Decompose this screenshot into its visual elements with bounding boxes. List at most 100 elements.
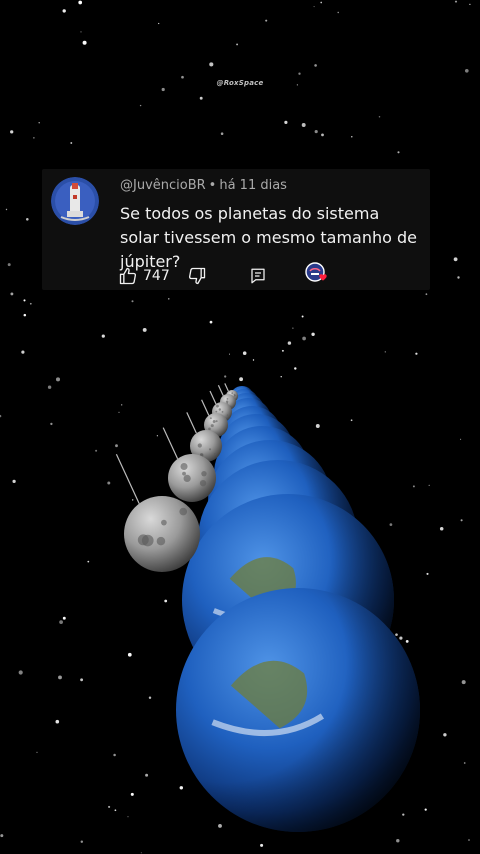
star (384, 351, 386, 353)
moon-crater (201, 470, 207, 477)
star (131, 300, 134, 303)
comment-meta: @JuvêncioBR • há 11 dias (120, 178, 287, 193)
star (78, 0, 83, 5)
reply-button[interactable] (249, 265, 267, 287)
star (80, 678, 84, 682)
star (457, 276, 460, 279)
star (36, 751, 38, 754)
star (337, 11, 339, 14)
star (315, 424, 320, 428)
star (130, 792, 134, 796)
thumbs-down-icon (188, 267, 206, 285)
star (140, 852, 142, 854)
star (108, 805, 111, 808)
star (7, 263, 11, 267)
avatar-image (51, 177, 99, 225)
star (396, 838, 400, 843)
dislike-button[interactable] (187, 265, 207, 287)
star (10, 130, 14, 134)
star (82, 40, 87, 45)
star (313, 6, 315, 8)
space-background-image (0, 0, 471, 854)
moon-crater (234, 394, 236, 397)
watermark: @RoxSpace (216, 79, 264, 87)
moon-crater (209, 417, 212, 420)
moon-spike (217, 384, 224, 396)
star (439, 527, 444, 531)
star (148, 696, 152, 699)
star (50, 422, 53, 426)
star (228, 353, 231, 355)
star (209, 62, 214, 67)
moon-crater (183, 474, 191, 482)
star (58, 675, 62, 680)
moon-crater (218, 408, 222, 411)
moon-crater (226, 397, 229, 400)
star (23, 299, 26, 302)
moon-crater (210, 424, 214, 428)
star (460, 438, 462, 440)
moon-crater (208, 427, 211, 431)
star (131, 499, 134, 501)
star (179, 786, 184, 790)
moon-spike (201, 399, 210, 416)
star (199, 96, 203, 100)
star (280, 376, 282, 378)
star (70, 142, 73, 144)
moon-crater (226, 414, 229, 416)
star (301, 123, 306, 127)
avatar[interactable] (51, 177, 99, 225)
star (209, 320, 213, 324)
star (265, 19, 268, 22)
star (5, 208, 8, 211)
moon-spike (224, 383, 229, 392)
star (158, 22, 160, 25)
star (281, 349, 284, 352)
star (101, 334, 105, 338)
moon-spike (186, 412, 197, 434)
moon-crater (225, 400, 229, 403)
star (461, 680, 466, 685)
star (242, 351, 247, 355)
star (29, 302, 32, 305)
star (428, 484, 430, 487)
star (23, 313, 27, 317)
star (12, 479, 16, 484)
star (115, 444, 118, 448)
star (145, 773, 149, 777)
like-button[interactable]: 747 (118, 265, 170, 287)
star (161, 87, 165, 92)
moon-crater (216, 404, 219, 408)
moon-spike (162, 427, 179, 460)
moon-crater (156, 536, 166, 546)
star (47, 385, 52, 389)
star (127, 652, 132, 657)
moon-planet (124, 496, 200, 572)
comment-card: @JuvêncioBR • há 11 dias Se todos os plane… (42, 169, 430, 290)
star (168, 298, 170, 300)
comment-text: Se todos os planetas do sistema solar ti… (120, 204, 417, 271)
star (156, 435, 159, 437)
star (351, 136, 353, 138)
star (62, 616, 66, 620)
star (164, 599, 168, 603)
moon-crater (231, 392, 234, 394)
star (425, 293, 428, 296)
star (121, 404, 123, 406)
star (114, 809, 117, 812)
star (395, 633, 398, 637)
moon-crater (199, 480, 207, 487)
star (469, 3, 471, 6)
creator-heart-icon (305, 262, 327, 282)
comment-author[interactable]: @JuvêncioBR (120, 178, 206, 193)
star (454, 0, 458, 3)
star (426, 572, 429, 575)
star (463, 762, 466, 764)
star (314, 64, 317, 67)
star (314, 130, 318, 134)
star (220, 132, 224, 135)
moon-crater (230, 405, 232, 408)
moon-crater (161, 519, 167, 526)
star (80, 840, 84, 843)
moon-crater (182, 471, 186, 476)
